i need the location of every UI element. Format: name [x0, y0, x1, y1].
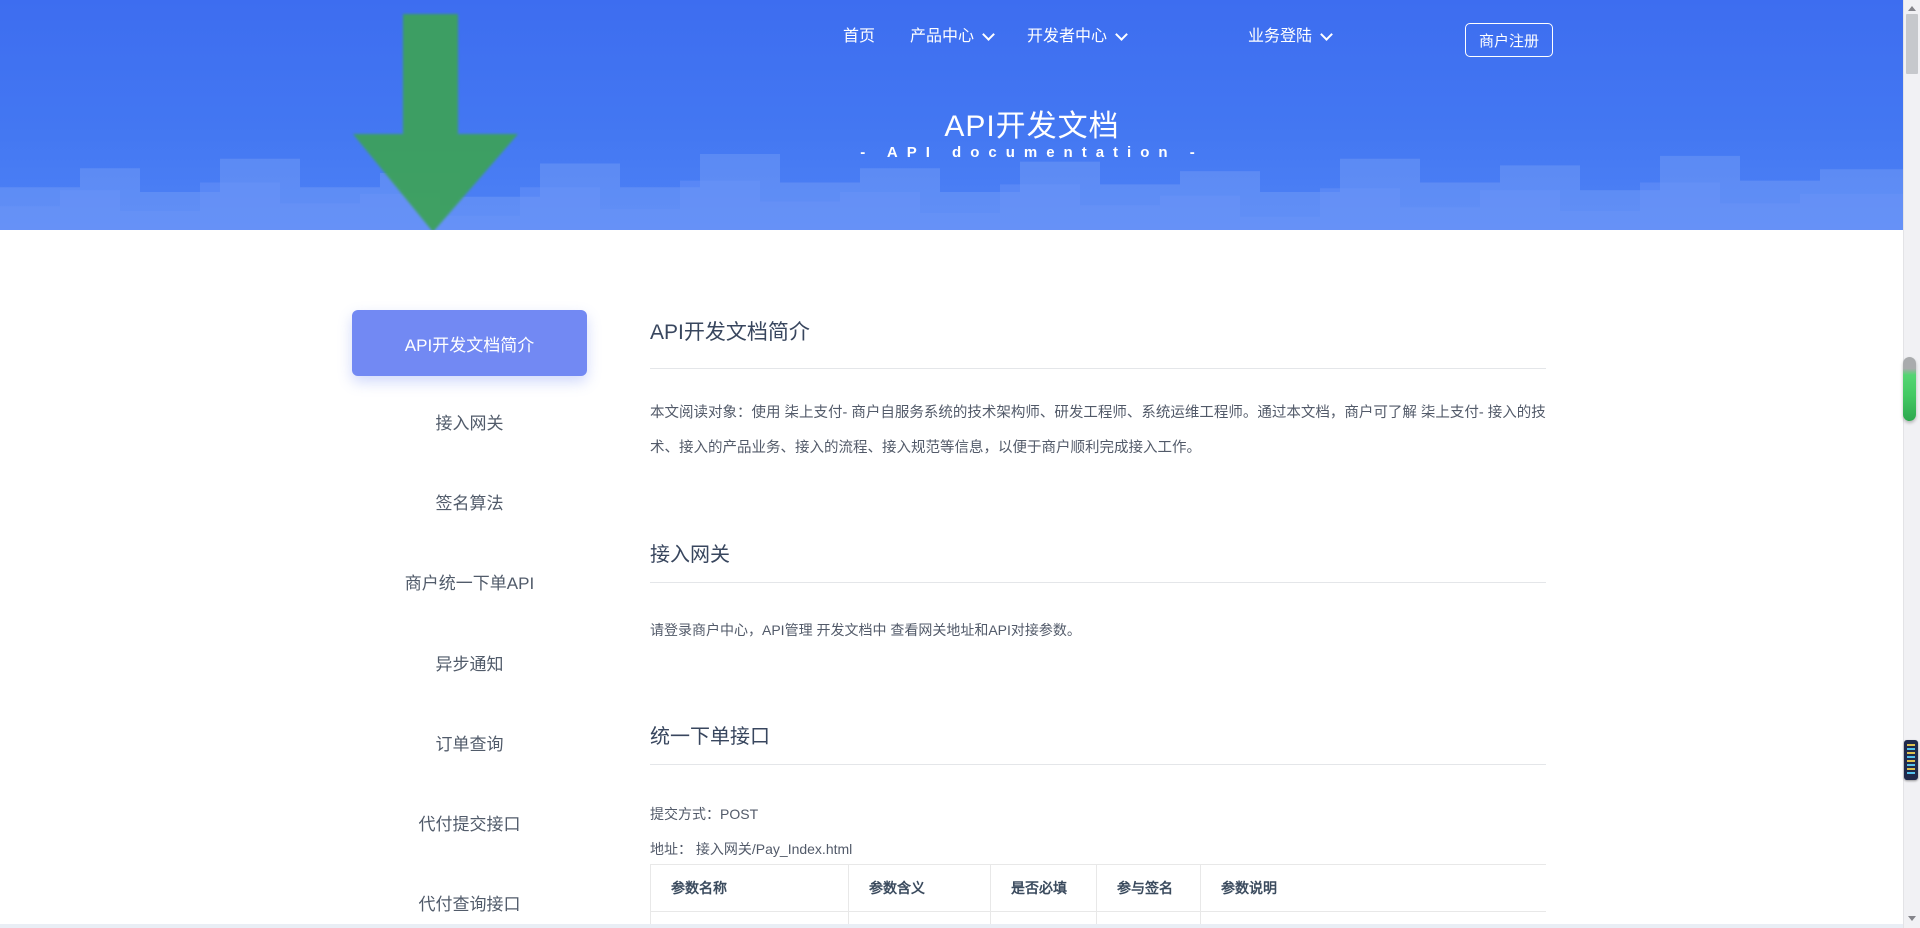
sidebar-item-gateway[interactable]: 接入网关 [352, 412, 587, 436]
sidebar-item-signature-algorithm[interactable]: 签名算法 [352, 492, 587, 516]
scroll-indicator-green[interactable] [1903, 357, 1916, 421]
green-down-arrow-graphic [350, 8, 520, 230]
params-table: 参数名称 参数含义 是否必填 参与签名 参数说明 [650, 864, 1546, 924]
scrollbar-track[interactable] [1903, 0, 1920, 928]
section-divider [650, 764, 1546, 765]
section-divider [650, 368, 1546, 369]
submit-method-text: 提交方式：POST [650, 803, 758, 825]
sidebar-item-payout-query[interactable]: 代付查询接口 [352, 893, 587, 917]
intro-paragraph: 本文阅读对象：使用 柒上支付- 商户自服务系统的技术架构师、研发工程师、系统运维… [650, 396, 1546, 466]
scrollbar-down-arrow-icon[interactable] [1908, 916, 1916, 921]
scroll-minimap-widget[interactable] [1904, 740, 1918, 780]
column-header-param-description: 参数说明 [1201, 865, 1547, 912]
section-heading-gateway: 接入网关 [650, 538, 730, 567]
doc-content: API开发文档简介 本文阅读对象：使用 柒上支付- 商户自服务系统的技术架构师、… [650, 0, 1546, 928]
sidebar-item-unified-order-api[interactable]: 商户统一下单API [352, 572, 587, 596]
table-header-row: 参数名称 参数含义 是否必填 参与签名 参数说明 [651, 865, 1547, 912]
sidebar-item-order-query[interactable]: 订单查询 [352, 733, 587, 757]
page: 首页 产品中心 开发者中心 业务登陆 商户注册 API开发文档 - API do… [0, 0, 1920, 928]
section-divider [650, 582, 1546, 583]
scrollbar-thumb[interactable] [1906, 14, 1918, 74]
column-header-param-name: 参数名称 [651, 865, 849, 912]
table-row [651, 912, 1547, 925]
section-heading-unified-order: 统一下单接口 [650, 720, 770, 749]
sidebar-item-payout-submit[interactable]: 代付提交接口 [352, 813, 587, 837]
column-header-param-meaning: 参数含义 [849, 865, 991, 912]
viewport-bottom-edge [0, 924, 1903, 928]
minimap-stripes [1907, 744, 1915, 776]
gateway-address-text: 地址： 接入网关/Pay_Index.html [650, 838, 852, 860]
gateway-paragraph: 请登录商户中心，API管理 开发文档中 查看网关地址和API对接参数。 [650, 619, 1081, 641]
section-heading-intro: API开发文档简介 [650, 316, 810, 346]
sidebar-item-api-doc-intro[interactable]: API开发文档简介 [352, 310, 587, 376]
scrollbar-up-arrow-icon[interactable] [1908, 6, 1916, 11]
column-header-required: 是否必填 [991, 865, 1097, 912]
sidebar-item-async-notify[interactable]: 异步通知 [352, 653, 587, 677]
column-header-signed: 参与签名 [1097, 865, 1201, 912]
